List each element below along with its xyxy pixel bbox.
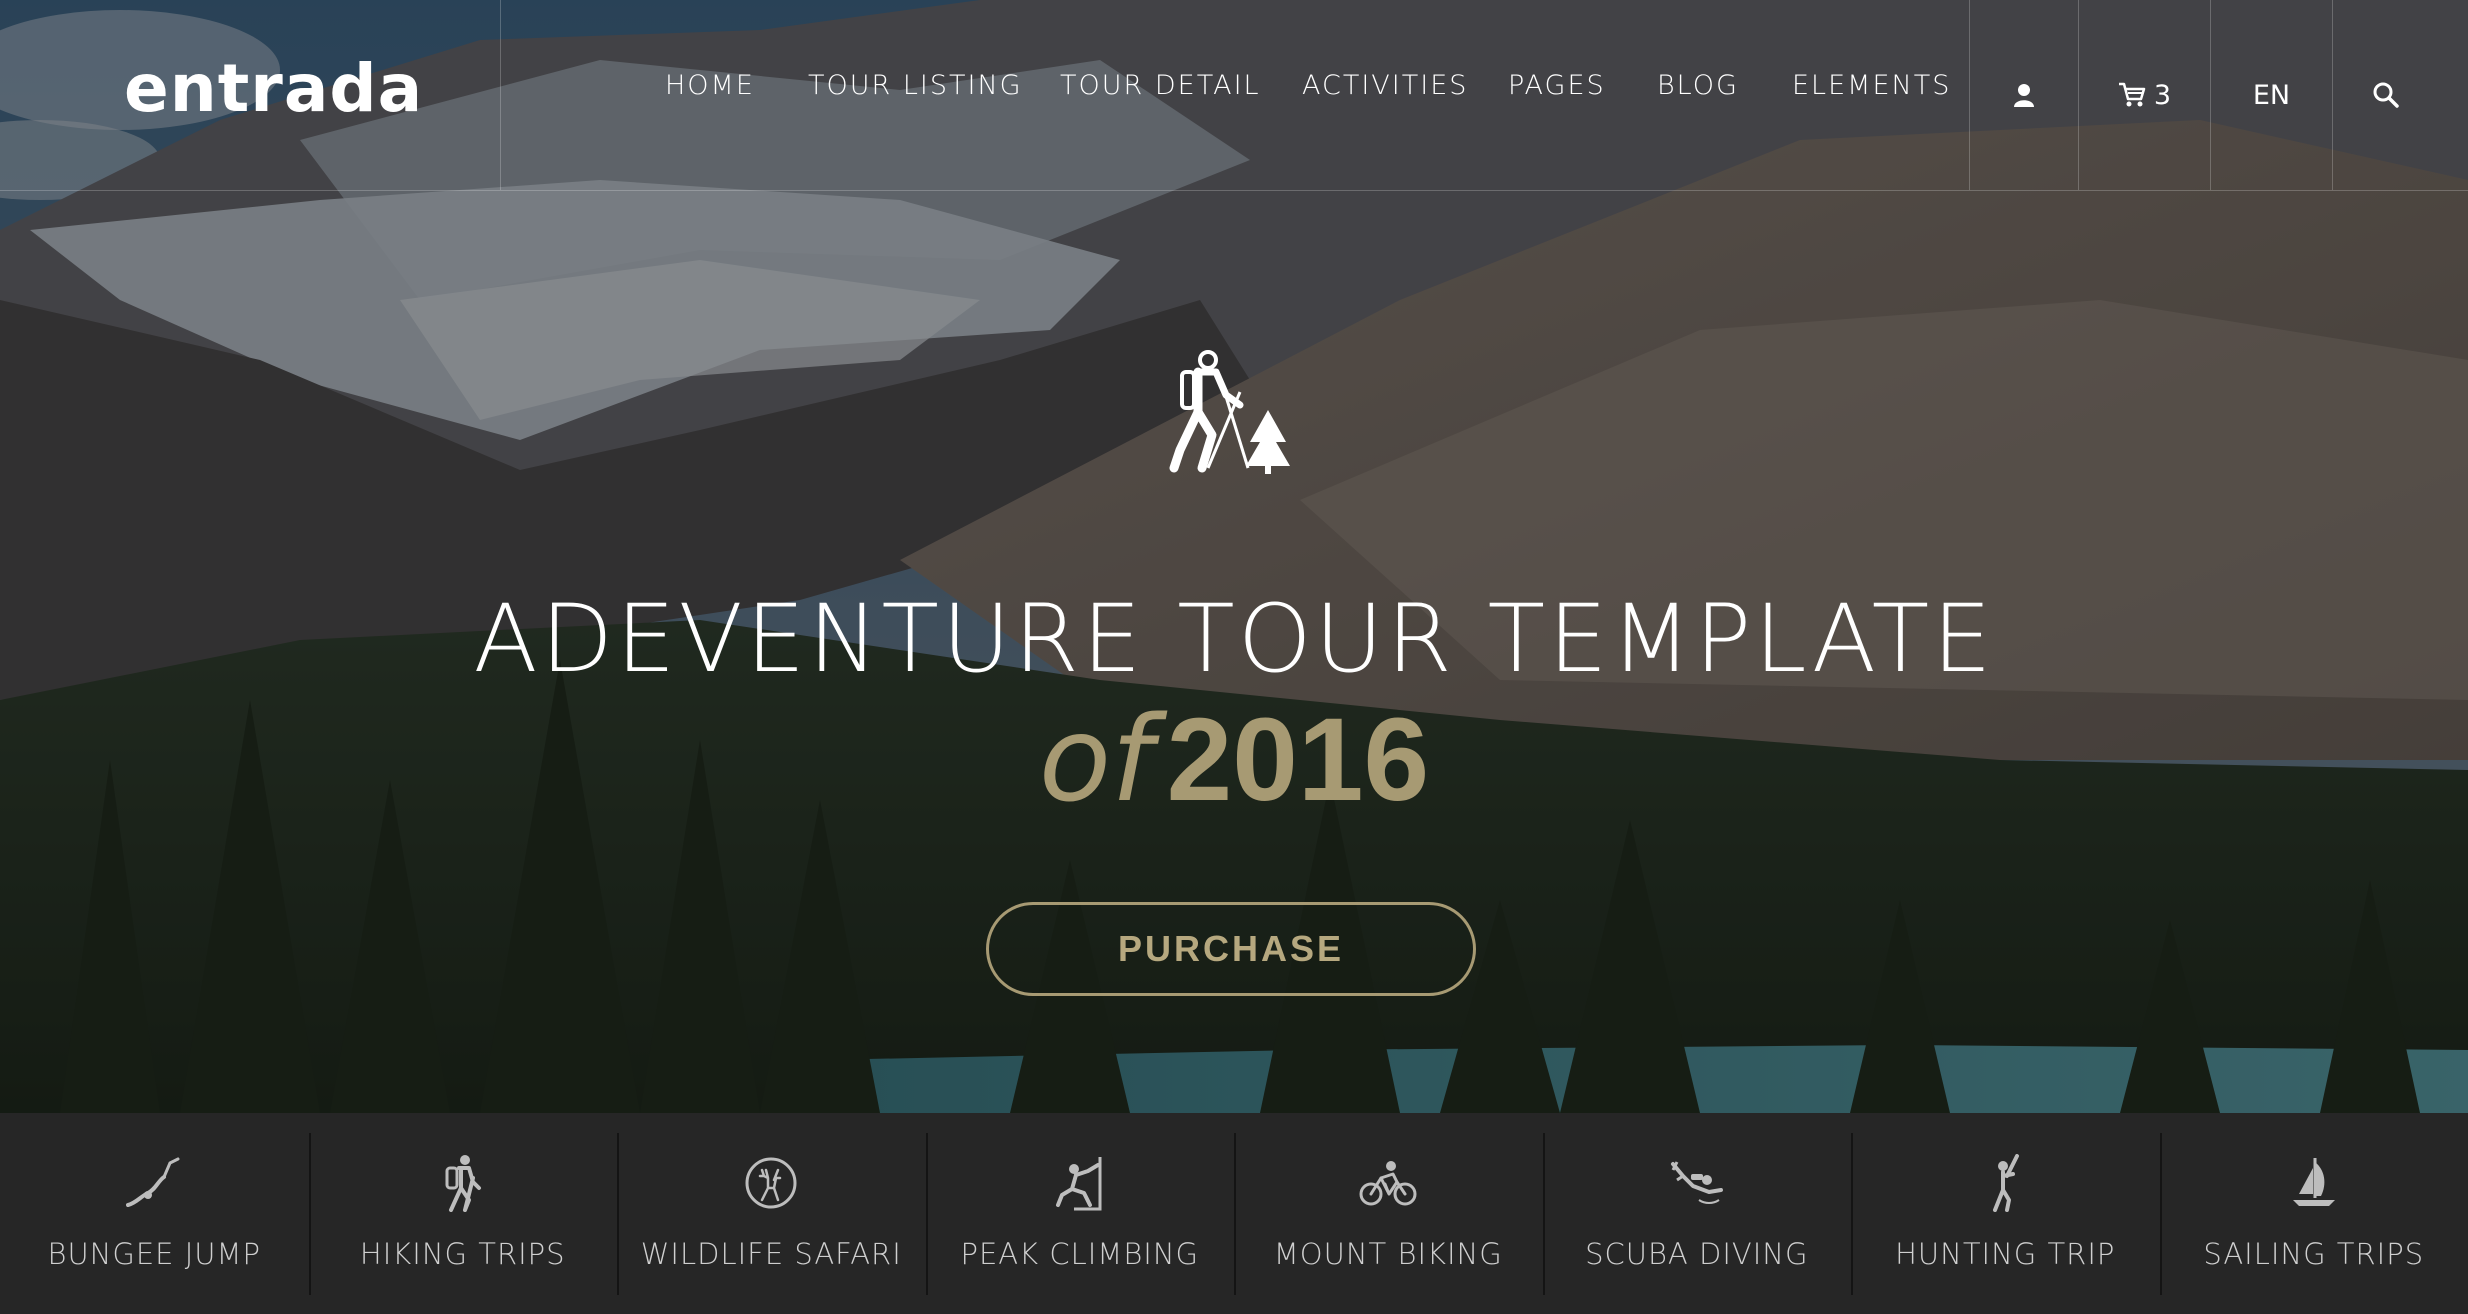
header-divider [500,0,501,190]
activity-label: PEAK CLIMBING [960,1237,1200,1271]
user-icon [2014,83,2034,107]
activity-label: HIKING TRIPS [359,1237,566,1271]
search-button[interactable] [2333,0,2439,190]
bungee-jump-icon [126,1151,182,1215]
activity-label: SAILING TRIPS [2203,1237,2425,1271]
hunter-icon [1987,1151,2023,1215]
account-button[interactable] [1970,0,2078,190]
deer-icon [744,1151,798,1215]
activity-item-bungee-jump[interactable]: BUNGEE JUMP [0,1113,309,1314]
bicycle-icon [1359,1151,1417,1215]
nav-item-tour-listing[interactable]: TOUR LISTING [808,70,1023,101]
language-selector[interactable]: EN [2211,0,2332,190]
purchase-button[interactable]: PURCHASE [986,902,1476,996]
activity-label: MOUNT BIKING [1273,1237,1503,1271]
nav-item-tour-detail[interactable]: TOUR DETAIL [1060,70,1261,101]
diver-icon [1669,1151,1725,1215]
nav-item-pages[interactable]: PAGES [1508,70,1606,101]
cart-count: 3 [2153,79,2172,111]
search-icon [2372,81,2400,109]
climbing-icon [1054,1151,1106,1215]
activity-item-mount-biking[interactable]: MOUNT BIKING [1234,1113,1543,1314]
hero-subtitle-prefix: of [1038,690,1153,828]
site-header: entrada HOME TOUR LISTING TOUR DETAIL AC… [0,0,2468,191]
site-logo[interactable]: entrada [124,50,423,127]
activities-bar: BUNGEE JUMP HIKING TRIPS WILDLIFE SAFARI… [0,1113,2468,1314]
activity-item-hunting-trip[interactable]: HUNTING TRIP [1851,1113,2160,1314]
hero-subtitle-year: 2016 [1166,694,1430,826]
activity-item-scuba-diving[interactable]: SCUBA DIVING [1542,1113,1852,1314]
activity-label: BUNGEE JUMP [47,1237,262,1271]
hiker-with-tree-icon [1168,350,1298,480]
activity-label: WILDLIFE SAFARI [640,1237,902,1271]
activity-label: HUNTING TRIP [1895,1237,2116,1271]
cart-button[interactable]: 3 [2079,0,2210,190]
activity-item-sailing-trips[interactable]: SAILING TRIPS [2159,1113,2468,1314]
nav-item-home[interactable]: HOME [665,70,755,101]
activity-item-wildlife-safari[interactable]: WILDLIFE SAFARI [617,1113,926,1314]
sailboat-icon [2291,1151,2337,1215]
hero-subtitle: of 2016 [0,700,2468,819]
hero-title: ADEVENTURE TOUR TEMPLATE [473,585,1995,694]
hiking-icon [443,1151,483,1215]
nav-item-elements[interactable]: ELEMENTS [1792,70,1951,101]
nav-item-blog[interactable]: BLOG [1657,70,1739,101]
activity-item-peak-climbing[interactable]: PEAK CLIMBING [925,1113,1235,1314]
cart-icon [2118,82,2146,108]
nav-item-activities[interactable]: ACTIVITIES [1302,70,1468,101]
activity-label: SCUBA DIVING [1585,1237,1809,1271]
activity-item-hiking-trips[interactable]: HIKING TRIPS [308,1113,618,1314]
